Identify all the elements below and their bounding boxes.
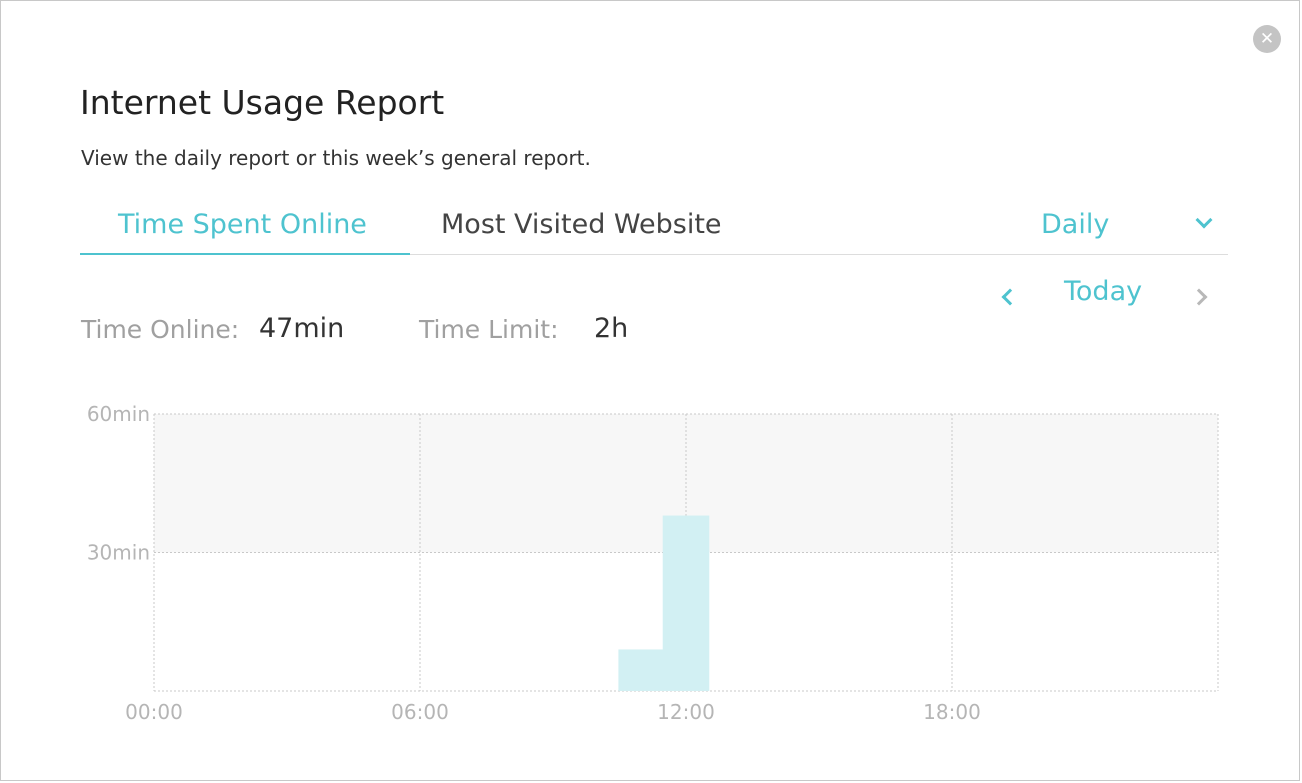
- y-tick-label: 60min: [87, 402, 150, 426]
- usage-report-dialog: ✕ Internet Usage Report View the daily r…: [0, 0, 1300, 781]
- chart-bar: [618, 649, 665, 691]
- x-tick-label: 06:00: [391, 700, 449, 724]
- x-tick-label: 00:00: [125, 700, 183, 724]
- y-tick-label: 30min: [87, 541, 150, 565]
- x-tick-label: 12:00: [657, 700, 715, 724]
- chart-bar: [662, 515, 710, 691]
- x-tick-label: 18:00: [923, 700, 981, 724]
- usage-bar-chart: 30min 60min 00:00 06:00 12:00 18:00: [87, 402, 1219, 724]
